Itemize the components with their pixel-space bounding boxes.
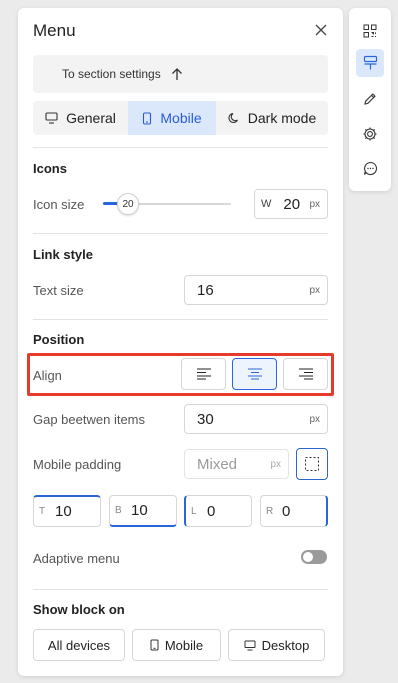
- width-prefix: W: [261, 198, 272, 210]
- padding-bottom-value: 10: [131, 502, 148, 519]
- adaptive-menu-label: Adaptive menu: [33, 551, 120, 566]
- settings-panel: Menu To section settings General Mobile …: [18, 8, 343, 676]
- padding-left-value: 0: [207, 502, 216, 520]
- icon-width-input[interactable]: W 20 px: [254, 189, 328, 219]
- divider: [33, 319, 328, 320]
- unit-label: px: [309, 413, 320, 425]
- monitor-icon: [45, 112, 58, 124]
- right-toolbar: [349, 8, 391, 191]
- divider: [33, 589, 328, 590]
- padding-top-input[interactable]: T 10: [33, 495, 101, 527]
- padding-top-value: 10: [55, 503, 72, 520]
- padding-top-prefix: T: [39, 506, 46, 517]
- comments-tool[interactable]: [356, 154, 384, 182]
- slider-value: 20: [122, 198, 134, 210]
- show-mobile-button[interactable]: Mobile: [132, 629, 221, 661]
- tab-label: Dark mode: [247, 110, 317, 126]
- edit-tool[interactable]: [356, 85, 384, 113]
- mobile-padding-input[interactable]: Mixed px: [184, 449, 289, 479]
- unit-label: px: [309, 198, 320, 210]
- unit-label: px: [309, 284, 320, 296]
- settings-tool[interactable]: [356, 120, 384, 148]
- section-title-icons: Icons: [33, 161, 67, 176]
- padding-right-prefix: R: [266, 505, 274, 517]
- qr-code-tool[interactable]: [356, 17, 384, 45]
- padding-left-input[interactable]: L 0: [184, 495, 252, 527]
- show-desktop-button[interactable]: Desktop: [228, 629, 325, 661]
- gap-value: 30: [197, 410, 214, 428]
- tab-mobile[interactable]: Mobile: [128, 101, 216, 135]
- moon-icon: [228, 112, 238, 124]
- unit-label: px: [270, 458, 281, 470]
- monitor-icon: [244, 640, 256, 650]
- back-to-section-settings[interactable]: To section settings: [33, 55, 328, 93]
- icon-size-slider-knob[interactable]: 20: [117, 193, 139, 215]
- arrow-up-icon: [171, 68, 182, 80]
- divider: [33, 147, 328, 148]
- text-size-label: Text size: [33, 283, 84, 298]
- padding-placeholder: Mixed: [197, 455, 238, 473]
- paint-roller-icon: [363, 55, 377, 70]
- close-icon: [315, 24, 327, 36]
- align-row-highlight: [27, 353, 334, 396]
- gap-label: Gap beetwen items: [33, 412, 146, 427]
- tab-general[interactable]: General: [33, 101, 128, 135]
- divider: [33, 233, 328, 234]
- padding-bottom-input[interactable]: B 10: [109, 495, 177, 527]
- pencil-icon: [364, 93, 376, 105]
- tab-label: Mobile: [160, 110, 202, 126]
- padding-right-value: 0: [282, 502, 291, 520]
- paint-roller-tool[interactable]: [356, 49, 384, 77]
- show-all-devices-button[interactable]: All devices: [33, 629, 125, 661]
- toggle-knob: [303, 552, 313, 562]
- section-title-show-block-on: Show block on: [33, 602, 125, 617]
- close-button[interactable]: [313, 22, 329, 38]
- text-size-input[interactable]: 16 px: [184, 275, 328, 305]
- section-title-link-style: Link style: [33, 247, 93, 262]
- icon-size-label: Icon size: [33, 197, 85, 212]
- mode-tabs: General Mobile Dark mode: [33, 101, 328, 135]
- padding-right-input[interactable]: R 0: [260, 495, 328, 527]
- qr-code-icon: [363, 24, 377, 38]
- panel-title: Menu: [33, 21, 76, 40]
- padding-left-prefix: L: [191, 505, 197, 517]
- section-title-position: Position: [33, 332, 85, 347]
- button-label: Desktop: [261, 637, 310, 653]
- smartphone-icon: [150, 639, 159, 651]
- tab-dark-mode[interactable]: Dark mode: [216, 101, 328, 135]
- back-label: To section settings: [62, 67, 161, 81]
- button-label: Mobile: [164, 637, 204, 653]
- smartphone-icon: [143, 111, 152, 125]
- button-label: All devices: [47, 637, 111, 653]
- chat-icon: [363, 161, 377, 175]
- mobile-padding-label: Mobile padding: [33, 457, 122, 472]
- icon-width-value: 20: [283, 195, 301, 213]
- adaptive-menu-toggle[interactable]: [301, 550, 327, 564]
- dashed-square-icon: [305, 457, 319, 471]
- padding-bottom-prefix: B: [115, 505, 122, 516]
- text-size-value: 16: [197, 281, 214, 299]
- gap-input[interactable]: 30 px: [184, 404, 328, 434]
- gear-icon: [363, 127, 377, 141]
- padding-mode-toggle[interactable]: [296, 448, 328, 480]
- tab-label: General: [66, 110, 116, 126]
